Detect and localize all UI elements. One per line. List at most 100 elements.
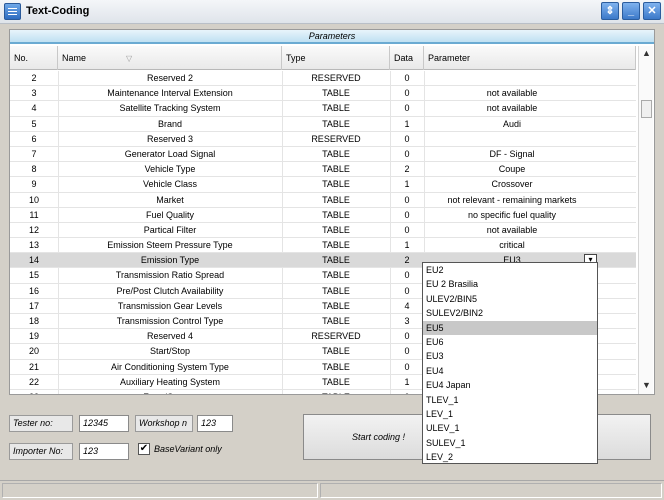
cell-data: 0 bbox=[404, 73, 410, 83]
basevariant-checkbox[interactable]: ✔ bbox=[138, 443, 150, 455]
cell-name: Reserved 2 bbox=[146, 73, 194, 83]
table-row[interactable]: 3 Maintenance Interval Extension TABLE 0 not… bbox=[10, 86, 636, 102]
cell-no: 13 bbox=[28, 240, 39, 251]
cell-type: TABLE bbox=[322, 164, 350, 175]
table-row[interactable]: 6 Reserved 3 RESERVED 0 bbox=[10, 132, 636, 147]
status-cell-right bbox=[320, 483, 662, 498]
scroll-thumb[interactable] bbox=[641, 100, 652, 118]
close-button[interactable]: ✕ bbox=[643, 2, 661, 20]
dropdown-option[interactable]: EU2 bbox=[423, 263, 597, 277]
dropdown-option[interactable]: LEV_2 bbox=[423, 450, 597, 464]
cell-name: Maintenance Interval Extension bbox=[107, 88, 233, 99]
dropdown-option[interactable]: LEV_1 bbox=[423, 407, 597, 421]
column-header-name[interactable]: Name ▽ bbox=[58, 46, 282, 70]
cell-type: RESERVED bbox=[311, 331, 361, 342]
table-row[interactable]: 7 Generator Load Signal TABLE 0 DF - Signal bbox=[10, 147, 636, 163]
cell-no: 3 bbox=[31, 88, 37, 99]
vertical-scrollbar[interactable]: ▲ ▼ bbox=[638, 46, 653, 394]
cell-no: 6 bbox=[31, 133, 37, 144]
dropdown-option[interactable]: EU 2 Brasilia bbox=[423, 277, 597, 291]
table-row[interactable]: 12 Partical Filter TABLE 0 not available bbox=[10, 223, 636, 239]
dropdown-option[interactable]: SULEV2/BIN2 bbox=[423, 306, 597, 320]
dropdown-option[interactable]: EU6 bbox=[423, 335, 597, 349]
cell-type: TABLE bbox=[322, 240, 350, 251]
restore-button[interactable]: ⇕ bbox=[601, 2, 619, 20]
cell-data: 0 bbox=[404, 346, 410, 357]
table-row[interactable]: 13 Emission Steem Pressure Type TABLE 1 crit… bbox=[10, 238, 636, 254]
column-header-data[interactable]: Data bbox=[390, 46, 424, 70]
workshop-no-label: Workshop n bbox=[135, 415, 193, 432]
dropdown-option[interactable]: EU4 bbox=[423, 364, 597, 378]
status-cell-left bbox=[2, 483, 318, 498]
cell-no: 21 bbox=[28, 361, 39, 372]
table-row[interactable]: 5 Brand TABLE 1 Audi bbox=[10, 117, 636, 132]
cell-data: 3 bbox=[404, 316, 410, 326]
scroll-up-icon[interactable]: ▲ bbox=[640, 47, 653, 60]
table-row[interactable]: 8 Vehicle Type TABLE 2 Coupe bbox=[10, 162, 636, 178]
cell-data: 0 bbox=[404, 331, 410, 342]
cell-param: not relevant - remaining markets bbox=[447, 194, 577, 205]
emission-type-dropdown-list[interactable]: EU2 EU 2 Brasilia ULEV2/BIN5 SULEV2/BIN2 EU5… bbox=[422, 262, 598, 464]
cell-data: 0 bbox=[390, 390, 424, 394]
minimize-button[interactable]: _ bbox=[622, 2, 640, 20]
cell-data: 0 bbox=[404, 224, 410, 235]
table-row[interactable]: 9 Vehicle Class TABLE 1 Crossover bbox=[10, 177, 636, 193]
dropdown-option[interactable]: ULEV2/BIN5 bbox=[423, 292, 597, 306]
cell-no: 19 bbox=[28, 331, 39, 342]
cell-type: TABLE bbox=[322, 224, 350, 235]
window-title: Text-Coding bbox=[26, 5, 90, 17]
cell-param: Crossover bbox=[491, 179, 533, 190]
cell-type: TABLE bbox=[322, 179, 350, 190]
cell-name: Satellite Tracking System bbox=[119, 103, 221, 114]
cell-data: 4 bbox=[404, 300, 410, 311]
tester-no-input[interactable]: 12345 bbox=[79, 415, 129, 432]
cell-type: TABLE bbox=[322, 255, 350, 266]
dropdown-option[interactable]: SULEV_1 bbox=[423, 436, 597, 450]
table-row[interactable]: 10 Market TABLE 0 not relevant - remaining m… bbox=[10, 193, 636, 208]
cell-no: 12 bbox=[28, 224, 39, 235]
cell-name: Front/Quattro bbox=[58, 390, 282, 394]
cell-name: Fuel Quality bbox=[145, 209, 195, 220]
column-header-type[interactable]: Type bbox=[282, 46, 390, 70]
cell-data: 0 bbox=[404, 133, 410, 144]
cell-param: no specific fuel quality bbox=[467, 209, 557, 220]
dropdown-option[interactable]: EU3 bbox=[423, 349, 597, 363]
workshop-no-input[interactable]: 123 bbox=[197, 415, 233, 432]
cell-no: 8 bbox=[31, 164, 37, 175]
cell-no: 2 bbox=[31, 73, 37, 83]
table-row[interactable]: 4 Satellite Tracking System TABLE 0 not avai… bbox=[10, 101, 636, 117]
cell-type: TABLE bbox=[322, 118, 350, 129]
dropdown-option[interactable]: TLEV_1 bbox=[423, 393, 597, 407]
table-row[interactable]: 11 Fuel Quality TABLE 0 no specific fuel qua… bbox=[10, 208, 636, 223]
cell-type: RESERVED bbox=[311, 133, 361, 144]
cell-no: 9 bbox=[31, 179, 37, 190]
cell-type: TABLE bbox=[322, 376, 350, 387]
cell-type: RESERVED bbox=[311, 73, 361, 83]
cell-data: 1 bbox=[404, 376, 410, 387]
cell-data: 1 bbox=[404, 179, 410, 190]
column-header-parameter[interactable]: Parameter bbox=[424, 46, 636, 70]
cell-type: TABLE bbox=[322, 300, 350, 311]
cell-name: Air Conditioning System Type bbox=[111, 361, 229, 372]
dropdown-option[interactable]: EU5 bbox=[423, 320, 597, 335]
scroll-down-icon[interactable]: ▼ bbox=[640, 379, 653, 392]
table-row[interactable]: 2 Reserved 2 RESERVED 0 bbox=[10, 71, 636, 87]
column-header-no[interactable]: No. bbox=[10, 46, 58, 70]
cell-no: 5 bbox=[31, 118, 37, 129]
cell-name: Market bbox=[156, 194, 184, 205]
cell-data: 2 bbox=[404, 164, 410, 175]
cell-type: TABLE bbox=[322, 209, 350, 220]
cell-type: TABLE bbox=[282, 390, 390, 394]
importer-no-input[interactable]: 123 bbox=[79, 443, 129, 460]
cell-param bbox=[424, 132, 600, 147]
dropdown-option[interactable]: EU4 Japan bbox=[423, 378, 597, 392]
cell-data: 0 bbox=[404, 194, 410, 205]
cell-data: 0 bbox=[404, 285, 410, 296]
cell-type: TABLE bbox=[322, 194, 350, 205]
cell-no: 14 bbox=[28, 255, 39, 266]
cell-name: Emission Steem Pressure Type bbox=[107, 240, 233, 251]
dropdown-option[interactable]: ULEV_1 bbox=[423, 421, 597, 435]
title-bar: Text-Coding ⇕ _ ✕ bbox=[0, 0, 664, 24]
status-bar bbox=[0, 480, 664, 500]
cell-data: 1 bbox=[404, 240, 410, 251]
